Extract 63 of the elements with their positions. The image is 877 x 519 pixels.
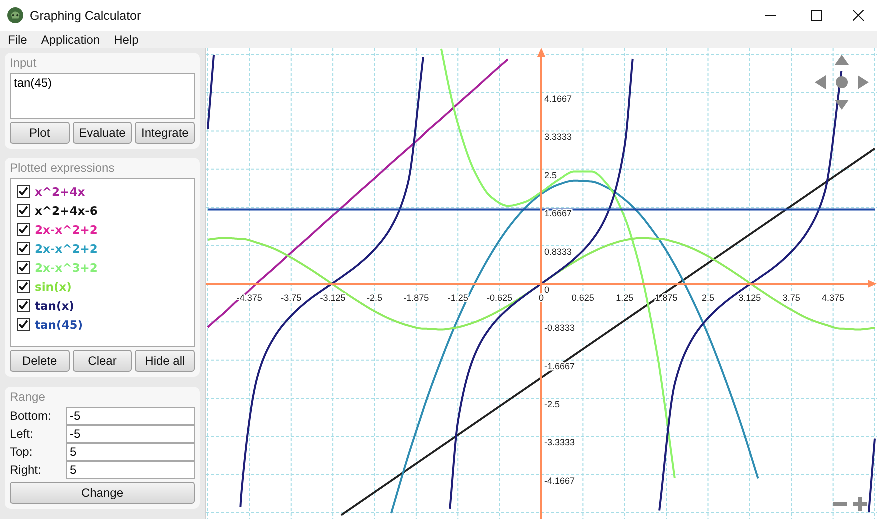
checkbox[interactable] — [17, 242, 30, 255]
action-button[interactable]: Clear — [72, 350, 132, 372]
checkbox[interactable] — [17, 223, 30, 236]
checkbox[interactable] — [17, 261, 30, 274]
checkbox[interactable] — [17, 318, 30, 331]
y-tick-label: -4.1667 — [544, 476, 576, 486]
menu-item[interactable]: Help — [107, 32, 146, 46]
field-label: Left: — [10, 427, 34, 441]
expression-input[interactable]: tan(45) — [10, 73, 195, 119]
y-tick-label: 0 — [544, 284, 550, 295]
checkbox[interactable] — [17, 280, 30, 293]
expression-label[interactable]: x^2+4x — [35, 184, 86, 198]
field-label: Bottom: — [10, 409, 52, 423]
expression-label[interactable]: x^2+4x-6 — [35, 204, 98, 218]
panel-label: Plotted expressions — [10, 161, 115, 175]
field-label: Top: — [10, 445, 34, 459]
x-tick-label: 0.625 — [572, 292, 594, 303]
y-tick-label: 4.1667 — [544, 94, 572, 104]
range-input[interactable]: -5 — [66, 407, 195, 425]
y-tick-label: 3.3333 — [544, 132, 572, 142]
x-tick-label: 4.375 — [822, 292, 845, 303]
panel-label: Input — [10, 56, 37, 70]
x-tick-label: -0.625 — [487, 292, 513, 303]
expression-label[interactable]: 2x-x^2+2 — [35, 222, 98, 236]
x-tick-label: -2.5 — [367, 292, 382, 303]
change-button[interactable]: Change — [10, 482, 195, 504]
field-label: Right: — [10, 463, 42, 477]
y-tick-label: 0.8333 — [544, 246, 572, 257]
x-tick-label: -3.75 — [281, 292, 302, 303]
x-tick-label: 1.25 — [616, 292, 634, 303]
x-tick-label: 1.875 — [655, 292, 678, 303]
pan-arrows-icon[interactable] — [815, 55, 869, 110]
menu-item[interactable]: File — [1, 32, 34, 46]
expression-label[interactable]: tan(45) — [35, 318, 83, 332]
y-tick-label: -0.8333 — [544, 323, 576, 334]
expression-label[interactable]: tan(x) — [35, 298, 74, 312]
action-button[interactable]: Evaluate — [72, 122, 132, 144]
window-title: Graphing Calculator — [30, 8, 142, 22]
checkbox[interactable] — [17, 204, 30, 217]
maximize-icon — [810, 10, 822, 21]
x-tick-label: -3.125 — [320, 292, 346, 303]
action-button[interactable]: Integrate — [135, 122, 196, 144]
action-button[interactable]: Plot — [10, 122, 70, 144]
x-tick-label: -1.875 — [404, 292, 430, 303]
y-tick-label: -3.3333 — [544, 438, 576, 448]
close-icon — [852, 10, 864, 21]
action-button[interactable]: Delete — [10, 350, 70, 372]
action-button[interactable]: Hide all — [135, 350, 196, 372]
panel-label: Range — [10, 390, 46, 404]
x-tick-label: 2.5 — [702, 292, 714, 303]
menu-item[interactable]: Application — [34, 32, 108, 46]
checkbox[interactable] — [17, 185, 30, 198]
app-logo-icon — [7, 7, 24, 24]
range-input[interactable]: 5 — [66, 443, 195, 461]
y-tick-label: 1.6667 — [544, 208, 572, 219]
checkbox[interactable] — [17, 299, 30, 312]
y-tick-label: 2.5 — [544, 170, 558, 180]
range-input[interactable]: 5 — [66, 461, 195, 479]
x-tick-label: 3.125 — [738, 292, 762, 303]
zoom-in-icon[interactable] — [853, 497, 867, 511]
range-input[interactable]: -5 — [66, 425, 195, 443]
x-tick-label: 3.75 — [782, 292, 800, 303]
y-tick-label: -2.5 — [544, 400, 560, 410]
